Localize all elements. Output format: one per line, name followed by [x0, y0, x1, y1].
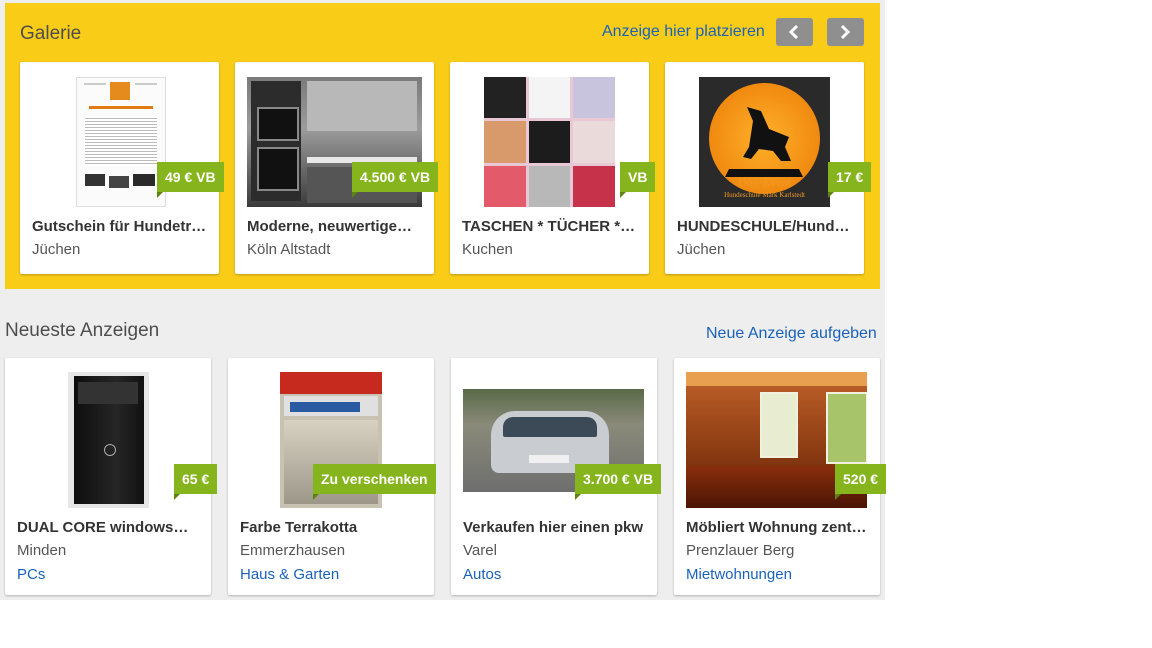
card-location: Jüchen [32, 241, 81, 258]
price-badge: 17 € [828, 162, 872, 198]
card-location: Emmerzhausen [240, 542, 346, 559]
card-title: Farbe Terrakotta [240, 519, 358, 536]
gallery-card[interactable]: 49 € VB Gutschein für Hundetr… Jüchen [20, 62, 224, 274]
logo-subtext: Hundeschule Mark Karlstedt [724, 191, 805, 199]
card-image [484, 77, 615, 207]
price-badge: 49 € VB [157, 162, 224, 198]
gallery-card[interactable]: VB TASCHEN * TÜCHER *… Kuchen [450, 62, 656, 274]
logo-text: Dog-Event [738, 175, 791, 189]
price-badge: 65 € [174, 464, 218, 500]
gallery-prev-button[interactable] [776, 18, 813, 46]
card-location: Prenzlauer Berg [686, 542, 795, 559]
card-title: Gutschein für Hundetr… [32, 218, 207, 235]
card-category-link[interactable]: PCs [17, 566, 45, 583]
card-location: Köln Altstadt [247, 241, 331, 258]
card-title: Moderne, neuwertige… [247, 218, 413, 235]
card-image [76, 77, 166, 207]
gallery-card[interactable]: 4.500 € VB Moderne, neuwertige… Köln Alt… [235, 62, 439, 274]
card-title: DUAL CORE windows… [17, 519, 189, 536]
price-badge: 3.700 € VB [575, 464, 662, 500]
gallery-section: Galerie Anzeige hier platzieren 49 € VB … [5, 3, 880, 289]
card-category-link[interactable]: Haus & Garten [240, 566, 339, 583]
newest-ads-title: Neueste Anzeigen [5, 320, 160, 341]
card-image [68, 372, 149, 508]
card-location: Kuchen [462, 241, 513, 258]
card-location: Minden [17, 542, 67, 559]
card-location: Jüchen [677, 241, 726, 258]
price-badge: 4.500 € VB [352, 162, 439, 198]
card-category-link[interactable]: Autos [463, 566, 501, 583]
card-title: Verkaufen hier einen pkw [463, 519, 644, 536]
card-image: Dog-Event Hundeschule Mark Karlstedt [699, 77, 830, 207]
card-title: TASCHEN * TÜCHER *… [462, 218, 636, 235]
card-category-link[interactable]: Mietwohnungen [686, 566, 792, 583]
listing-card[interactable]: 65 € DUAL CORE windows… Minden PCs [5, 358, 218, 595]
card-title: HUNDESCHULE/Hund… [677, 218, 850, 235]
chevron-right-icon [840, 24, 851, 40]
listing-card[interactable]: 520 € Möbliert Wohnung zent… Prenzlauer … [674, 358, 887, 595]
place-ad-link[interactable]: Anzeige hier platzieren [602, 23, 765, 41]
card-title: Möbliert Wohnung zent… [686, 519, 867, 536]
card-location: Varel [463, 542, 497, 559]
chevron-left-icon [788, 24, 799, 40]
price-badge: 520 € [835, 464, 887, 500]
price-badge: Zu verschenken [313, 464, 436, 500]
listing-card[interactable]: Zu verschenken Farbe Terrakotta Emmerzha… [228, 358, 436, 595]
post-ad-link[interactable]: Neue Anzeige aufgeben [706, 325, 877, 343]
gallery-next-button[interactable] [827, 18, 864, 46]
price-badge: VB [620, 162, 656, 198]
listing-card[interactable]: 3.700 € VB Verkaufen hier einen pkw Vare… [451, 358, 662, 595]
gallery-title: Galerie [20, 23, 82, 44]
gallery-card[interactable]: Dog-Event Hundeschule Mark Karlstedt 17 … [665, 62, 872, 274]
